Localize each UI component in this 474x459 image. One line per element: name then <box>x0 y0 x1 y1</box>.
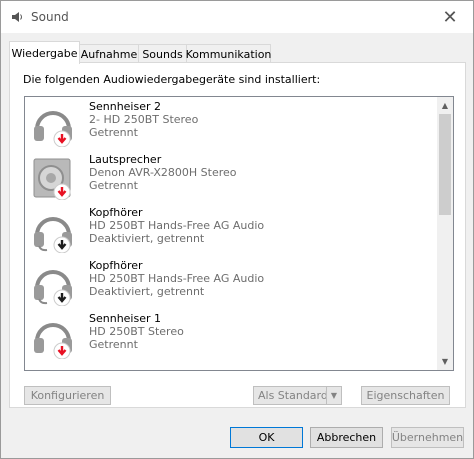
tab-sounds[interactable]: Sounds <box>138 44 187 63</box>
tab-kommunikation[interactable]: Kommunikation <box>186 44 271 63</box>
set-default-button[interactable]: Als Standard ▼ <box>253 386 342 405</box>
device-status: Getrennt <box>89 338 138 351</box>
headset-icon <box>31 262 75 307</box>
device-description: HD 250BT Hands-Free AG Audio <box>89 219 265 232</box>
device-status: Getrennt <box>89 126 138 139</box>
tab-wiedergabe[interactable]: Wiedergabe <box>9 41 80 64</box>
device-name: Kopfhörer <box>89 259 143 272</box>
headphones-icon <box>31 315 75 360</box>
list-item[interactable]: Sennheiser 1 HD 250BT Stereo Getrennt <box>25 309 435 362</box>
ok-button[interactable]: OK <box>230 427 303 448</box>
close-button[interactable]: ✕ <box>427 1 473 33</box>
device-status: Getrennt <box>89 179 138 192</box>
set-default-label: Als Standard <box>258 389 328 402</box>
device-name: Sennheiser 1 <box>89 312 162 325</box>
device-status: Deaktiviert, getrennt <box>89 285 205 298</box>
list-item[interactable]: Sennheiser 2 2- HD 250BT Stereo Getrennt <box>25 97 435 150</box>
device-description: HD 250BT Stereo <box>89 325 184 338</box>
device-name: Lautsprecher <box>89 153 162 166</box>
cancel-button[interactable]: Abbrechen <box>310 427 383 448</box>
list-item[interactable]: Kopfhörer HD 250BT Hands-Free AG Audio D… <box>25 203 435 256</box>
title-bar: Sound ✕ <box>1 1 473 33</box>
device-description: 2- HD 250BT Stereo <box>89 113 199 126</box>
speaker-icon <box>31 156 75 201</box>
dialog-client-area: Wiedergabe Aufnahme Sounds Kommunikation… <box>1 33 473 458</box>
scroll-up-button[interactable]: ▲ <box>437 97 453 114</box>
configure-button[interactable]: Konfigurieren <box>24 386 111 405</box>
device-name: Sennheiser 2 <box>89 100 162 113</box>
list-item[interactable]: Lautsprecher Denon AVR-X2800H Stereo Get… <box>25 150 435 203</box>
scroll-down-button[interactable]: ▼ <box>437 353 453 370</box>
panel-heading: Die folgenden Audiowiedergabegeräte sind… <box>23 73 321 86</box>
sound-dialog: Sound ✕ Wiedergabe Aufnahme Sounds Kommu… <box>0 0 474 459</box>
headset-icon <box>31 209 75 254</box>
apply-button[interactable]: Übernehmen <box>391 427 464 448</box>
playback-panel: Die folgenden Audiowiedergabegeräte sind… <box>9 62 466 408</box>
tab-aufnahme[interactable]: Aufnahme <box>79 44 139 63</box>
list-item[interactable]: Kopfhörer HD 250BT Hands-Free AG Audio D… <box>25 256 435 309</box>
headphones-icon <box>31 103 75 148</box>
properties-button[interactable]: Eigenschaften <box>361 386 450 405</box>
device-name: Kopfhörer <box>89 206 143 219</box>
scroll-thumb[interactable] <box>439 114 451 215</box>
speaker-app-icon <box>10 10 24 24</box>
window-title: Sound <box>31 10 69 24</box>
device-description: Denon AVR-X2800H Stereo <box>89 166 237 179</box>
device-list[interactable]: Sennheiser 2 2- HD 250BT Stereo Getrennt <box>24 96 454 371</box>
device-description: HD 250BT Hands-Free AG Audio <box>89 272 265 285</box>
device-status: Deaktiviert, getrennt <box>89 232 205 245</box>
chevron-down-icon[interactable]: ▼ <box>326 387 341 404</box>
vertical-scrollbar[interactable]: ▲ ▼ <box>437 97 453 370</box>
